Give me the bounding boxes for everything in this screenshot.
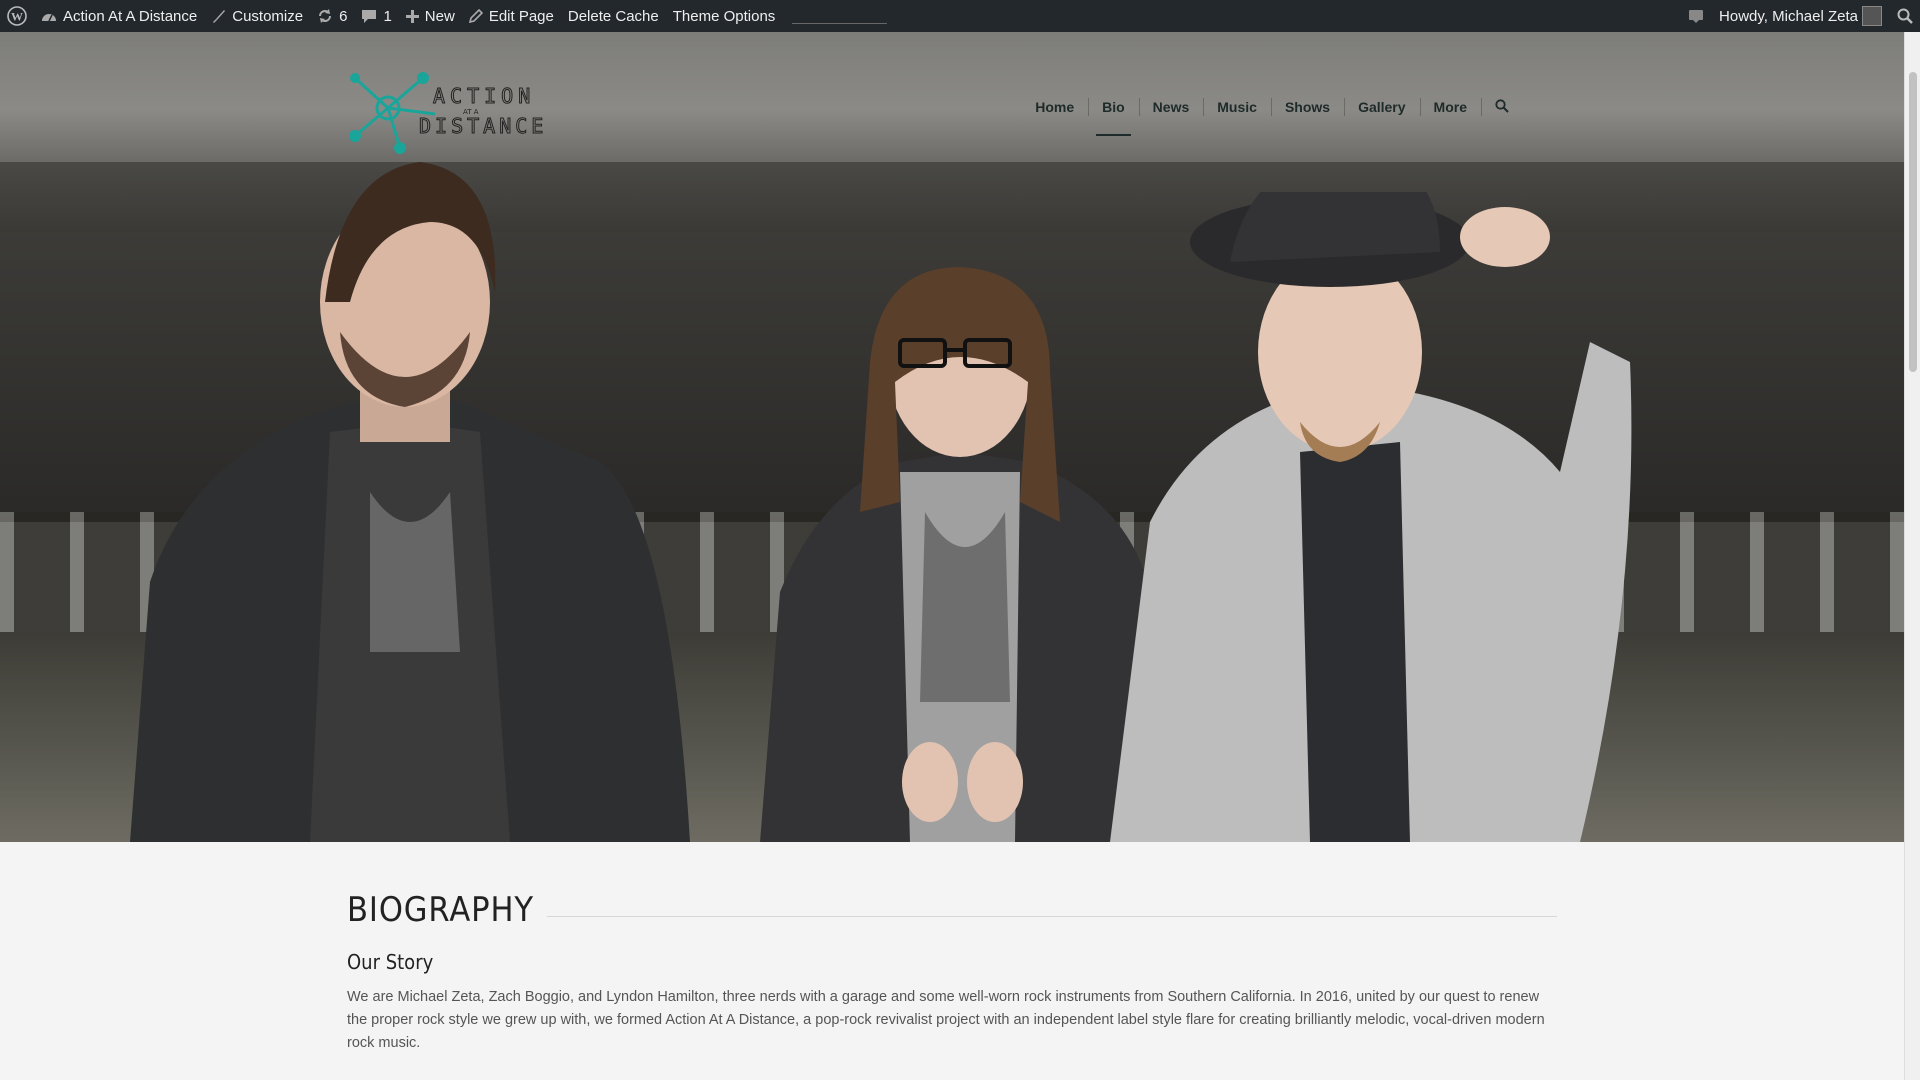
new-content-link[interactable]: New <box>399 0 462 32</box>
admin-bar-divider <box>792 22 888 24</box>
search-icon <box>1495 98 1509 116</box>
wordpress-logo-icon[interactable]: W <box>0 0 34 32</box>
logo-line-1: ACTION <box>433 84 535 108</box>
band-member-left <box>130 162 690 842</box>
paintbrush-icon <box>211 9 226 24</box>
section-subtitle: Our Story <box>347 950 434 974</box>
plus-icon <box>405 9 419 23</box>
site-logo[interactable]: ACTION AT A DISTANCE <box>345 66 545 156</box>
comments-link[interactable]: 1 <box>354 0 398 32</box>
comment-icon <box>361 9 377 24</box>
pencil-icon <box>468 9 483 23</box>
customize-link[interactable]: Customize <box>204 0 310 32</box>
nav-item-music[interactable]: Music <box>1203 90 1271 124</box>
logo-line-2: DISTANCE <box>419 114 545 138</box>
edit-page-link[interactable]: Edit Page <box>462 0 561 32</box>
nav-item-news[interactable]: News <box>1138 90 1204 124</box>
nav-item-gallery[interactable]: Gallery <box>1344 90 1419 124</box>
search-icon <box>1897 8 1913 24</box>
notifications-button[interactable] <box>1681 0 1711 32</box>
scrollbar-thumb[interactable] <box>1909 72 1917 372</box>
nav-item-label: Bio <box>1102 99 1125 115</box>
admin-search-button[interactable] <box>1890 0 1920 32</box>
delete-cache-link[interactable]: Delete Cache <box>561 0 666 32</box>
nav-item-bio[interactable]: Bio <box>1088 90 1139 136</box>
delete-cache-label: Delete Cache <box>567 7 659 25</box>
nav-item-shows[interactable]: Shows <box>1270 90 1344 124</box>
customize-label: Customize <box>232 7 304 25</box>
dashboard-icon <box>41 9 57 23</box>
nav-item-label: Gallery <box>1358 99 1406 115</box>
nav-item-label: News <box>1152 99 1190 115</box>
site-name-link[interactable]: Action At A Distance <box>34 0 204 32</box>
my-account-menu[interactable]: Howdy, Michael Zeta <box>1711 0 1890 32</box>
bio-section: BIOGRAPHY Our Story We are Michael Zeta,… <box>347 890 1557 1055</box>
hero-image: ACTION AT A DISTANCE Home Bio News Music Sho… <box>0 32 1905 842</box>
nav-item-label: Music <box>1217 99 1257 115</box>
updates-count: 6 <box>339 7 348 25</box>
main-nav: Home Bio News Music Shows Gallery More <box>1021 90 1523 136</box>
bio-paragraph: We are Michael Zeta, Zach Boggio, and Ly… <box>347 989 1545 1051</box>
band-member-right <box>1110 192 1632 842</box>
admin-bar: W Action At A Distance Customize 6 1 New… <box>0 0 1920 32</box>
nav-item-label: Shows <box>1284 99 1331 115</box>
notification-icon <box>1688 9 1704 24</box>
theme-options-label: Theme Options <box>672 7 776 25</box>
nav-item-label: Home <box>1035 99 1075 115</box>
band-member-middle <box>760 267 1170 842</box>
theme-options-link[interactable]: Theme Options <box>666 0 783 32</box>
updates-icon <box>317 8 333 24</box>
nav-item-label: More <box>1433 99 1467 115</box>
edit-page-label: Edit Page <box>488 7 554 25</box>
page-title: BIOGRAPHY <box>347 890 547 930</box>
scrollbar[interactable] <box>1904 32 1920 1080</box>
updates-link[interactable]: 6 <box>310 0 354 32</box>
nav-search-button[interactable] <box>1481 90 1523 124</box>
site-name-label: Action At A Distance <box>63 7 198 25</box>
comments-count: 1 <box>383 7 392 25</box>
howdy-label: Howdy, Michael Zeta <box>1719 7 1858 25</box>
new-label: New <box>424 7 455 25</box>
nav-item-home[interactable]: Home <box>1021 90 1088 124</box>
avatar <box>1862 6 1882 26</box>
nav-item-more[interactable]: More <box>1419 90 1481 124</box>
svg-text:W: W <box>11 10 23 24</box>
